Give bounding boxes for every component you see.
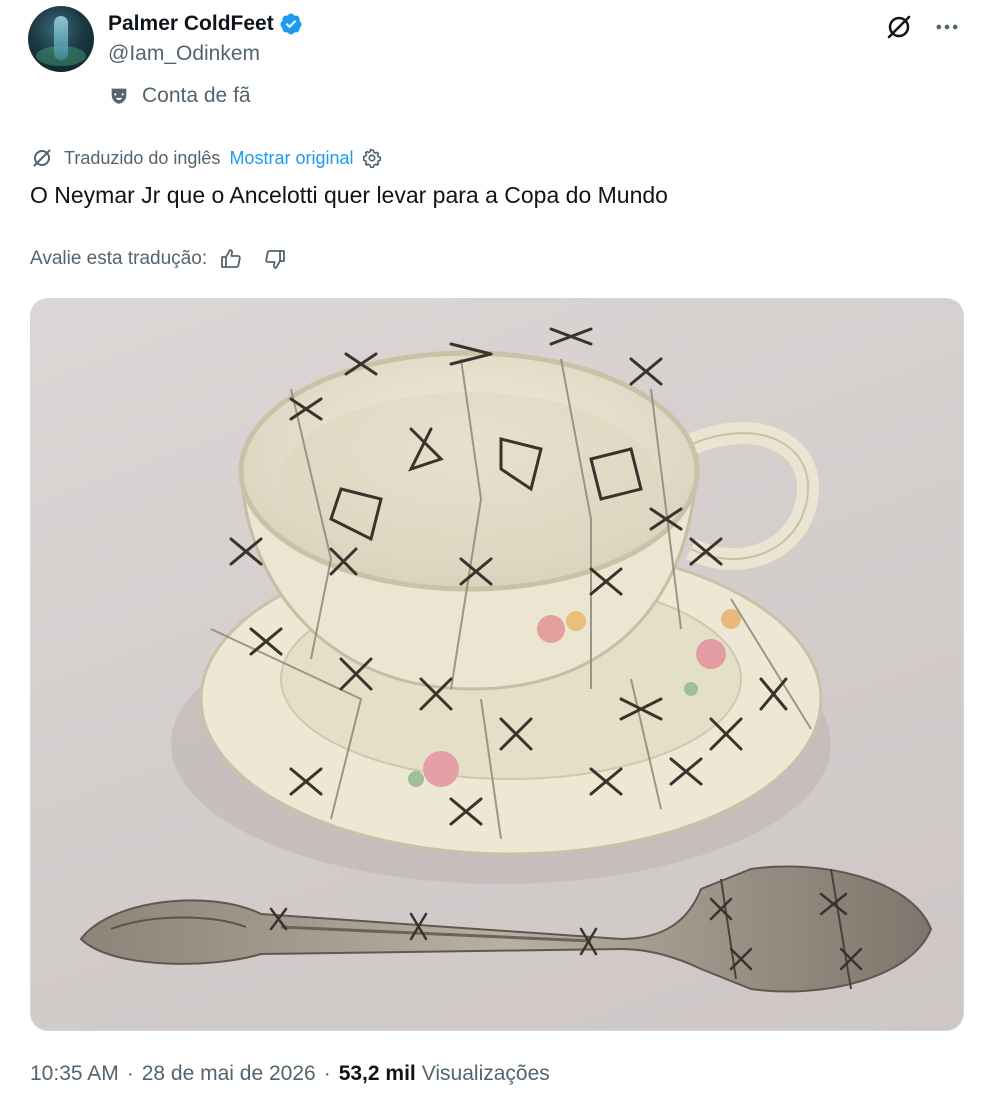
meta-separator: · <box>126 1062 134 1085</box>
thumbs-down-icon[interactable] <box>263 247 287 271</box>
tweet-top-actions <box>882 10 964 44</box>
rate-translation-prompt: Avalie esta tradução: <box>30 248 208 269</box>
more-dots-icon <box>936 24 958 30</box>
meta-separator: · <box>323 1062 331 1085</box>
avatar[interactable] <box>28 6 94 72</box>
gear-icon[interactable] <box>361 147 383 169</box>
tweet-date[interactable]: 28 de mai de 2026 <box>142 1062 316 1086</box>
tweet-time[interactable]: 10:35 AM <box>30 1062 119 1086</box>
views-label: Visualizações <box>421 1062 550 1085</box>
show-original-link[interactable]: Mostrar original <box>229 148 353 169</box>
views-count: 53,2 mil <box>338 1062 416 1085</box>
more-options-button[interactable] <box>930 10 964 44</box>
tweet-meta: 10:35 AM · 28 de mai de 2026 · 53,2 mil … <box>30 1058 550 1090</box>
grok-button[interactable] <box>882 10 916 44</box>
translation-note: Traduzido do inglês Mostrar original <box>30 143 393 173</box>
tweet-media-image[interactable] <box>30 298 964 1031</box>
fan-mask-icon <box>111 88 127 104</box>
thumbs-up-icon[interactable] <box>219 247 243 271</box>
author-handle[interactable]: @Iam_Odinkem <box>108 42 260 66</box>
author-name-row: Palmer ColdFeet <box>108 8 303 40</box>
verified-badge-icon <box>280 13 302 35</box>
stitched-teacup-photo <box>79 327 933 993</box>
rate-translation: Avalie esta tradução: <box>30 243 287 275</box>
author-name[interactable]: Palmer ColdFeet <box>108 12 274 36</box>
fan-account-label: Conta de fã <box>108 80 251 112</box>
stitched-spoon <box>79 865 933 993</box>
fan-label-text: Conta de fã <box>142 84 251 107</box>
grok-translate-icon <box>33 149 51 167</box>
cup-handle <box>676 422 819 570</box>
tweet-text: O Neymar Jr que o Ancelotti quer levar p… <box>30 182 668 208</box>
avatar-figure <box>54 16 68 60</box>
translation-note-text: Traduzido do inglês <box>64 147 221 168</box>
grok-icon <box>887 15 911 39</box>
